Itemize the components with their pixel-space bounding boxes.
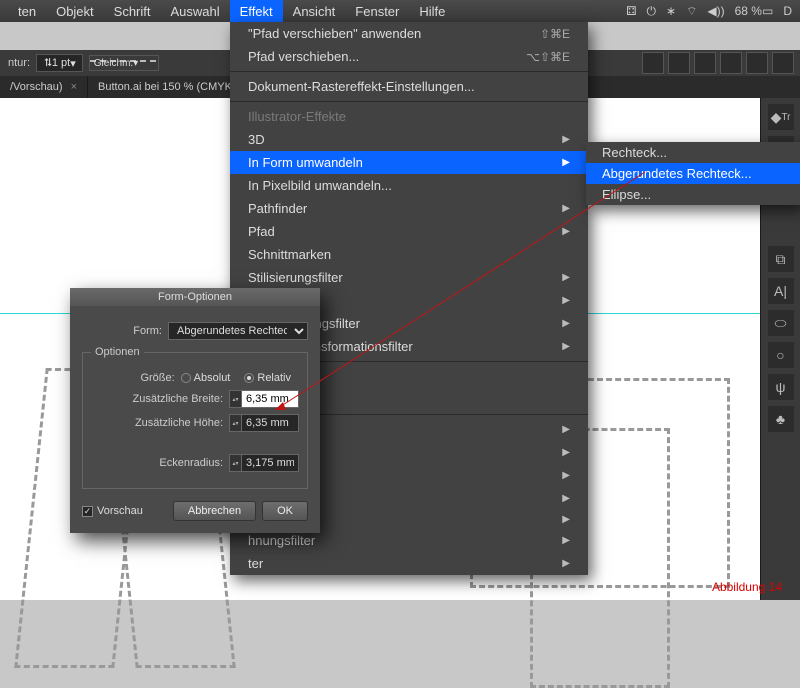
panel-icon[interactable] [668,52,690,74]
options-legend: Optionen [91,346,144,358]
stroke-profile-field[interactable]: Gleichm. ▾ [89,55,159,71]
options-group: Optionen Größe: Absolut Relativ Zusätzli… [82,346,308,489]
radio-relative[interactable]: Relativ [244,372,291,384]
stroke-weight-field[interactable]: ⮁ 1 pt ▾ [36,54,83,72]
menu-item[interactable]: ten [8,0,46,22]
panel-tab[interactable]: ◆ Tr [768,104,794,130]
wifi-icon: ⌔ [686,4,697,19]
shape-icon[interactable]: ⬭ [768,310,794,336]
size-label: Größe: [140,372,174,384]
menu-item-objekt[interactable]: Objekt [46,0,104,22]
menu-item-apply-last[interactable]: "Pfad verschieben" anwenden⇧⌘E [230,22,588,45]
close-icon[interactable]: × [71,81,77,93]
menu-item-effekt[interactable]: Effekt [230,0,283,22]
panel-icon[interactable] [694,52,716,74]
battery-status: 68 % ▭ [735,4,774,18]
extra-height-input[interactable] [241,414,299,432]
bluetooth-icon: ∗ [666,4,676,18]
doc-tab[interactable]: Button.ai bei 150 % (CMYK [88,76,243,98]
stroke-label: ntur: [8,57,30,69]
menu-item-cropmarks[interactable]: Schnittmarken [230,243,588,266]
menu-item-convert-to-shape[interactable]: In Form umwandeln▶ [230,151,588,174]
submenu-item-rounded-rectangle[interactable]: Abgerundetes Rechteck... [586,163,800,184]
extra-width-label: Zusätzliche Breite: [133,393,223,405]
panel-icon[interactable] [746,52,768,74]
figure-caption: Abbildung 14 [712,580,782,594]
mac-menubar: ten Objekt Schrift Auswahl Effekt Ansich… [0,0,800,22]
clock-suffix: D [783,4,792,18]
corner-radius-input[interactable] [241,454,299,472]
cancel-button[interactable]: Abbrechen [173,501,256,521]
toolbar-right-icons [642,52,794,74]
submenu-item-ellipse[interactable]: Ellipse... [586,184,800,205]
menu-item-rasterize[interactable]: In Pixelbild umwandeln... [230,174,588,197]
menu-item-fenster[interactable]: Fenster [345,0,409,22]
convert-to-shape-submenu: Rechteck... Abgerundetes Rechteck... Ell… [586,142,800,205]
ok-button[interactable]: OK [262,501,308,521]
spinner-icon[interactable]: ▴▾ [229,414,241,432]
doc-tab[interactable]: /Vorschau)× [0,76,88,98]
oval-icon[interactable]: ○ [768,342,794,368]
menu-item-path[interactable]: Pfad▶ [230,220,588,243]
submenu-item-rectangle[interactable]: Rechteck... [586,142,800,163]
menu-item-ansicht[interactable]: Ansicht [283,0,346,22]
menu-item-pathfinder[interactable]: Pathfinder▶ [230,197,588,220]
panel-icon[interactable] [772,52,794,74]
crop-icon[interactable]: ⧉ [768,246,794,272]
usb-icon[interactable]: ψ [768,374,794,400]
corner-radius-label: Eckenradius: [159,457,223,469]
power-icon: ⏻ [647,4,657,19]
menu-item-auswahl[interactable]: Auswahl [161,0,230,22]
menu-item-ps[interactable]: ter▶ [230,552,588,575]
dialog-titlebar[interactable]: Form-Optionen [70,288,320,306]
club-icon[interactable]: ♣ [768,406,794,432]
menu-item-schrift[interactable]: Schrift [104,0,161,22]
form-label: Form: [133,325,162,337]
status-tray: ⚃ ⏻ ∗ ⌔ ◀)) 68 % ▭ D [626,4,792,19]
extra-height-label: Zusätzliche Höhe: [135,417,223,429]
spinner-icon[interactable]: ▴▾ [229,390,241,408]
menu-item-doc-raster[interactable]: Dokument-Rastereffekt-Einstellungen... [230,75,588,98]
panel-icon[interactable] [642,52,664,74]
shape-options-dialog: Form-Optionen Form: Abgerundetes Rechtec… [70,288,320,533]
panel-icon[interactable] [720,52,742,74]
menu-item-3d[interactable]: 3D▶ [230,128,588,151]
spinner-icon[interactable]: ▴▾ [229,454,241,472]
volume-icon: ◀)) [707,4,724,18]
dropbox-icon: ⚃ [626,4,636,18]
menu-section-illustrator: Illustrator-Effekte [230,105,588,128]
preview-checkbox[interactable]: ✓Vorschau [82,505,143,517]
menu-item-hilfe[interactable]: Hilfe [409,0,455,22]
type-icon[interactable]: A| [768,278,794,304]
menu-item-last-effect[interactable]: Pfad verschieben...⌥⇧⌘E [230,45,588,68]
radio-absolute[interactable]: Absolut [181,372,231,384]
form-select[interactable]: Abgerundetes Rechteck [168,322,308,340]
menu-item-stylize[interactable]: Stilisierungsfilter▶ [230,266,588,289]
extra-width-input[interactable] [241,390,299,408]
